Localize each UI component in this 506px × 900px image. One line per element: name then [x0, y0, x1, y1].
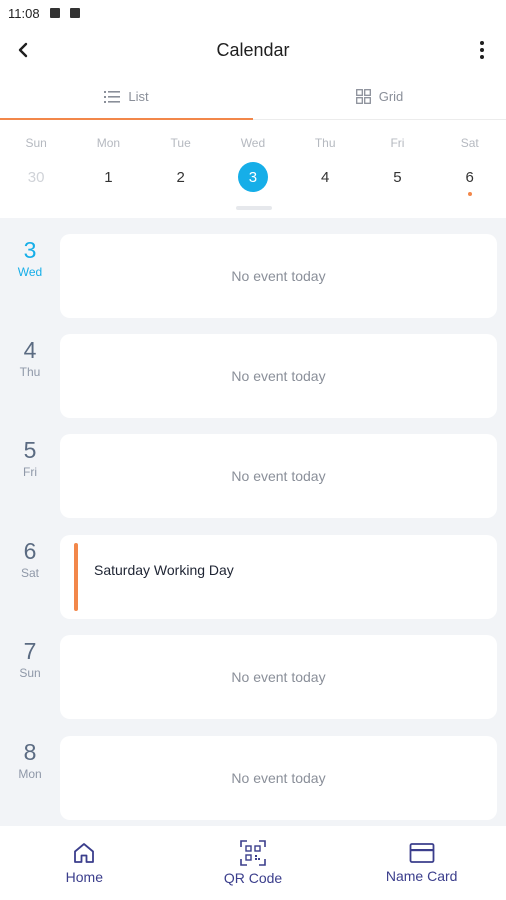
tab-grid-label: Grid — [378, 89, 404, 104]
more-vertical-icon — [480, 41, 484, 59]
date-cell[interactable]: 6 — [434, 162, 506, 196]
weekday-sun: Sun — [25, 136, 47, 150]
date-label: 2 — [176, 168, 185, 186]
event-color-bar — [74, 543, 78, 611]
qr-code-icon — [240, 840, 266, 866]
event-dot-icon — [467, 192, 472, 196]
day-label: 7 Sun — [0, 637, 60, 681]
back-arrow-icon — [18, 42, 28, 58]
weekday-tue: Tue — [170, 136, 191, 150]
gallery-notification-icon — [49, 8, 60, 18]
back-button[interactable] — [10, 36, 38, 64]
date-label: 4 — [321, 168, 330, 186]
date-cell-selected[interactable]: 3 — [217, 162, 289, 192]
nav-home[interactable]: Home — [0, 826, 169, 900]
empty-day-text: No event today — [231, 268, 326, 284]
list-icon — [104, 90, 121, 103]
date-cell[interactable]: 4 — [289, 162, 361, 192]
view-tabs: List Grid — [0, 74, 506, 120]
day-number: 3 — [23, 237, 37, 263]
day-card[interactable]: No event today — [60, 434, 497, 518]
nav-qr-code-label: QR Code — [223, 870, 283, 886]
nav-name-card[interactable]: Name Card — [337, 826, 506, 900]
day-number: 4 — [23, 337, 37, 363]
weekday-names: Sun Mon Tue Wed Thu Fri Sat — [0, 136, 506, 150]
page-title: Calendar — [216, 39, 290, 60]
status-bar: 11:08 — [0, 0, 506, 26]
day-label: 5 Fri — [0, 436, 60, 480]
home-icon — [74, 843, 95, 863]
tab-list[interactable]: List — [0, 74, 253, 120]
day-weekday: Fri — [23, 465, 37, 479]
day-weekday: Wed — [17, 265, 43, 279]
day-card[interactable]: No event today — [60, 635, 497, 719]
list-item: 4 Thu No event today — [0, 318, 506, 418]
drag-handle[interactable] — [236, 206, 272, 210]
day-weekday: Sun — [19, 666, 41, 680]
date-cell[interactable]: 1 — [72, 162, 144, 192]
weekday-fri: Fri — [390, 136, 405, 150]
event-card[interactable]: Saturday Working Day — [60, 535, 497, 619]
date-label: 6 — [465, 168, 474, 186]
empty-day-text: No event today — [231, 669, 326, 685]
day-number: 5 — [23, 437, 37, 463]
nav-home-label: Home — [65, 869, 104, 885]
day-card[interactable]: No event today — [60, 736, 497, 820]
day-number: 7 — [23, 638, 37, 664]
day-weekday: Mon — [18, 767, 42, 781]
weekday-wed: Wed — [240, 136, 266, 150]
weekday-thu: Thu — [314, 136, 336, 150]
agenda-list[interactable]: 3 Wed No event today 4 Thu No event toda… — [0, 218, 506, 826]
bottom-navigation: Home QR Code Name Card — [0, 826, 506, 900]
list-item: 8 Mon No event today — [0, 720, 506, 820]
empty-day-text: No event today — [231, 368, 326, 384]
list-item: 6 Sat Saturday Working Day — [0, 519, 506, 619]
tab-grid[interactable]: Grid — [253, 74, 506, 119]
day-weekday: Sat — [20, 566, 39, 580]
list-item: 5 Fri No event today — [0, 418, 506, 518]
date-cell[interactable]: 30 — [0, 162, 72, 192]
day-label: 4 Thu — [0, 336, 60, 380]
date-label: 30 — [27, 168, 45, 186]
date-cell[interactable]: 5 — [361, 162, 433, 192]
empty-day-text: No event today — [231, 468, 326, 484]
app-bar: Calendar — [0, 26, 506, 74]
list-item: 3 Wed No event today — [0, 218, 506, 318]
day-number: 6 — [23, 538, 37, 564]
day-label: 8 Mon — [0, 738, 60, 782]
grid-icon — [355, 89, 371, 104]
week-strip: Sun Mon Tue Wed Thu Fri Sat 30 1 2 3 4 5… — [0, 120, 506, 218]
nav-qr-code[interactable]: QR Code — [169, 826, 338, 900]
day-number: 8 — [23, 739, 37, 765]
app-notification-icon — [69, 8, 80, 18]
day-card[interactable]: No event today — [60, 234, 497, 318]
day-label: 3 Wed — [0, 236, 60, 280]
day-weekday: Thu — [19, 365, 41, 379]
empty-day-text: No event today — [231, 770, 326, 786]
name-card-icon — [409, 843, 435, 863]
event-title: Saturday Working Day — [94, 562, 234, 578]
status-time: 11:08 — [8, 5, 40, 21]
list-item: 7 Sun No event today — [0, 619, 506, 719]
nav-name-card-label: Name Card — [385, 868, 458, 884]
weekday-sat: Sat — [460, 136, 479, 150]
date-label: 5 — [393, 168, 402, 186]
day-label: 6 Sat — [0, 537, 60, 581]
date-label: 3 — [237, 162, 268, 192]
day-card[interactable]: No event today — [60, 334, 497, 418]
week-dates: 30 1 2 3 4 5 6 — [0, 162, 506, 196]
tab-list-label: List — [128, 89, 149, 104]
date-label: 1 — [104, 168, 113, 186]
more-options-button[interactable] — [470, 36, 494, 64]
date-cell[interactable]: 2 — [145, 162, 217, 192]
weekday-mon: Mon — [96, 136, 121, 150]
